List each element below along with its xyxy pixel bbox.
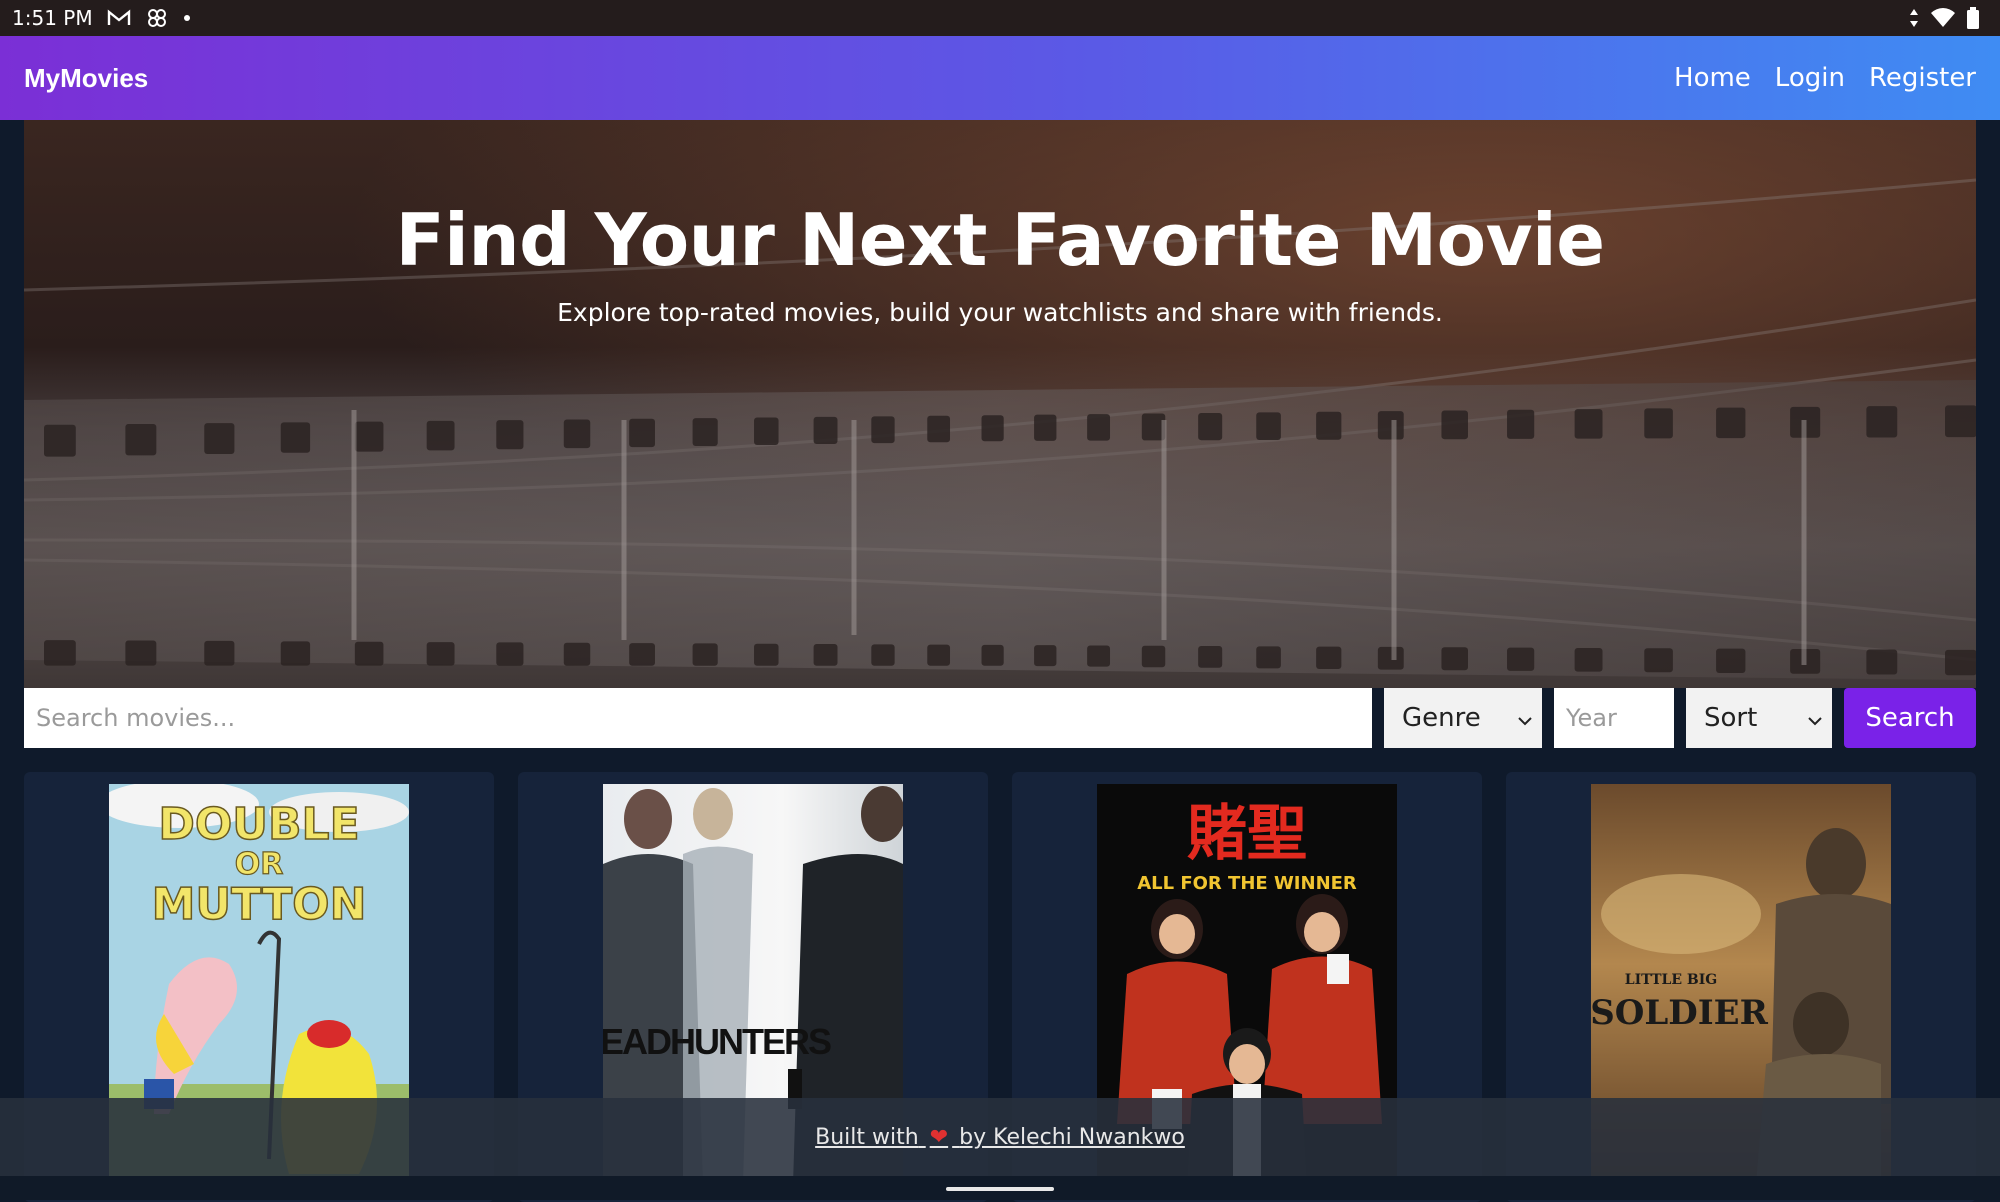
heart-icon: ❤ <box>929 1124 949 1150</box>
brand-logo[interactable]: MyMovies <box>24 63 148 94</box>
poster-title-line-1: 賭聖 <box>1187 799 1307 869</box>
status-time: 1:51 PM <box>12 6 93 30</box>
poster-title-line-2: SOLDIER <box>1591 993 1769 1033</box>
footer-credit-pre: Built with <box>815 1124 919 1150</box>
data-icon <box>1908 8 1920 28</box>
nav-link-login[interactable]: Login <box>1775 63 1845 93</box>
chevron-down-icon <box>1808 703 1822 733</box>
hero-subtitle: Explore top-rated movies, build your wat… <box>557 298 1443 327</box>
footer-credit-post: by Kelechi Nwankwo <box>959 1124 1185 1150</box>
genre-select-label: Genre <box>1402 703 1481 733</box>
top-navbar: MyMovies Home Login Register <box>0 36 2000 120</box>
poster-title-line-3: MUTTON <box>152 879 367 930</box>
year-input[interactable] <box>1554 688 1674 748</box>
search-input[interactable] <box>24 688 1372 748</box>
poster-title-line-2: ALL FOR THE WINNER <box>1137 873 1357 894</box>
battery-icon <box>1966 7 1980 29</box>
sort-select-label: Sort <box>1704 703 1758 733</box>
pinwheel-icon <box>145 6 169 30</box>
chevron-down-icon <box>1518 703 1532 733</box>
nav-link-register[interactable]: Register <box>1869 63 1976 93</box>
search-button[interactable]: Search <box>1844 688 1976 748</box>
poster-title-line-1: LITTLE BIG <box>1625 972 1717 988</box>
genre-select[interactable]: Genre <box>1384 688 1542 748</box>
wifi-icon <box>1930 8 1956 28</box>
gmail-icon <box>107 9 131 27</box>
footer-bar: Built with ❤ by Kelechi Nwankwo <box>0 1098 2000 1176</box>
hero-banner: Find Your Next Favorite Movie Explore to… <box>24 120 1976 688</box>
dot-icon <box>183 14 191 22</box>
poster-title-line-1: HEADHUNTERS <box>603 1021 831 1062</box>
gesture-handle[interactable] <box>946 1187 1054 1191</box>
footer-credit-link[interactable]: Built with ❤ by Kelechi Nwankwo <box>815 1125 1185 1150</box>
poster-title-line-2: OR <box>235 847 284 882</box>
sort-select[interactable]: Sort <box>1686 688 1832 748</box>
nav-link-home[interactable]: Home <box>1674 63 1751 93</box>
poster-title-line-1: DOUBLE <box>158 799 359 850</box>
nav-links: Home Login Register <box>1674 63 1976 93</box>
search-bar: Genre Sort Search <box>24 688 1976 748</box>
hero-title: Find Your Next Favorite Movie <box>395 198 1605 282</box>
status-bar: 1:51 PM <box>0 0 2000 36</box>
